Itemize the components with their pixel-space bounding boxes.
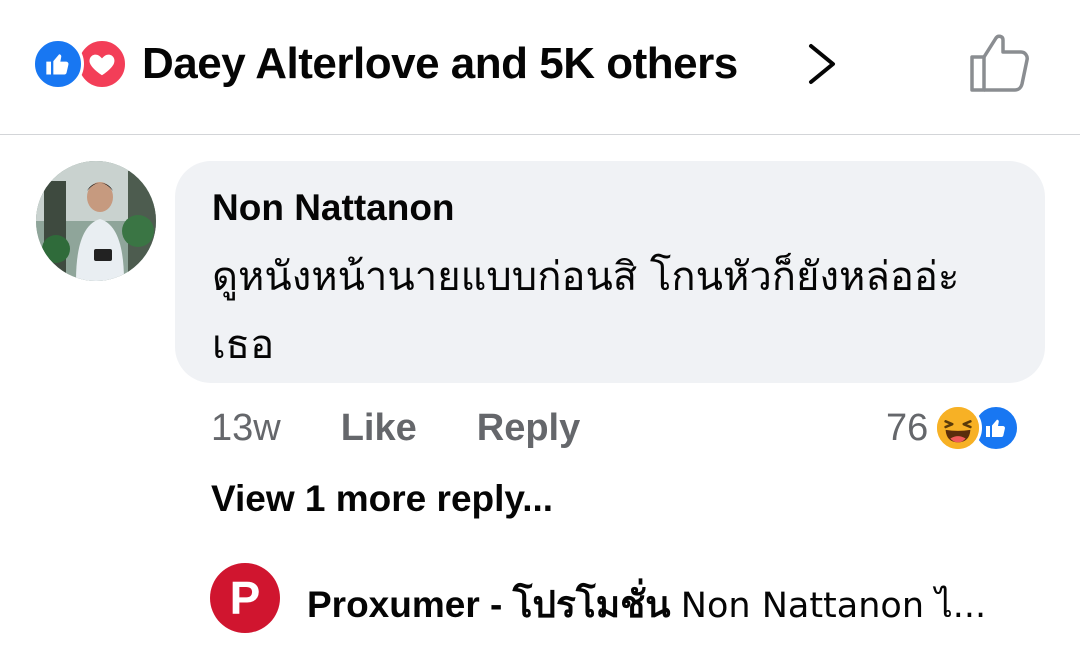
reply-avatar[interactable]: P [210, 563, 280, 633]
reply-snippet: Non Nattanon ไ... [680, 586, 987, 626]
comment-reactions[interactable]: 76 [886, 400, 1021, 456]
reply-preview[interactable]: P Proxumer - โปรโมชั่น Non Nattanon ไ... [210, 563, 1080, 635]
chevron-right-icon[interactable] [802, 40, 842, 88]
thumbs-up-outline-icon[interactable] [966, 30, 1034, 96]
comment-time[interactable]: 13w [211, 407, 281, 450]
comment-text: ดูหนังหน้านายแบบก่อนสิ โกนหัวก็ยังหล่ออ่… [212, 254, 960, 368]
comment-bubble: Non Nattanon ดูหนังหน้านายแบบก่อนสิ โกนห… [175, 161, 1045, 383]
reply-button[interactable]: Reply [477, 407, 580, 450]
like-button[interactable]: Like [341, 407, 417, 450]
reply-avatar-logo: P [229, 572, 261, 624]
comment-actions: 13w Like Reply [211, 404, 580, 452]
reactions-summary-text[interactable]: Daey Alterlove and 5K others [142, 38, 738, 90]
haha-icon [934, 404, 983, 452]
like-reaction-icon [32, 38, 84, 90]
reactions-header: Daey Alterlove and 5K others [0, 0, 1080, 135]
commenter-avatar[interactable] [36, 161, 156, 281]
reaction-count: 76 [886, 406, 929, 449]
view-more-replies[interactable]: View 1 more reply... [211, 478, 553, 520]
reaction-icons[interactable] [32, 38, 128, 90]
reply-author[interactable]: Proxumer - โปรโมชั่น [307, 584, 671, 625]
reply-preview-text: Proxumer - โปรโมชั่น Non Nattanon ไ... [307, 575, 986, 634]
comment-author[interactable]: Non Nattanon [212, 187, 455, 229]
